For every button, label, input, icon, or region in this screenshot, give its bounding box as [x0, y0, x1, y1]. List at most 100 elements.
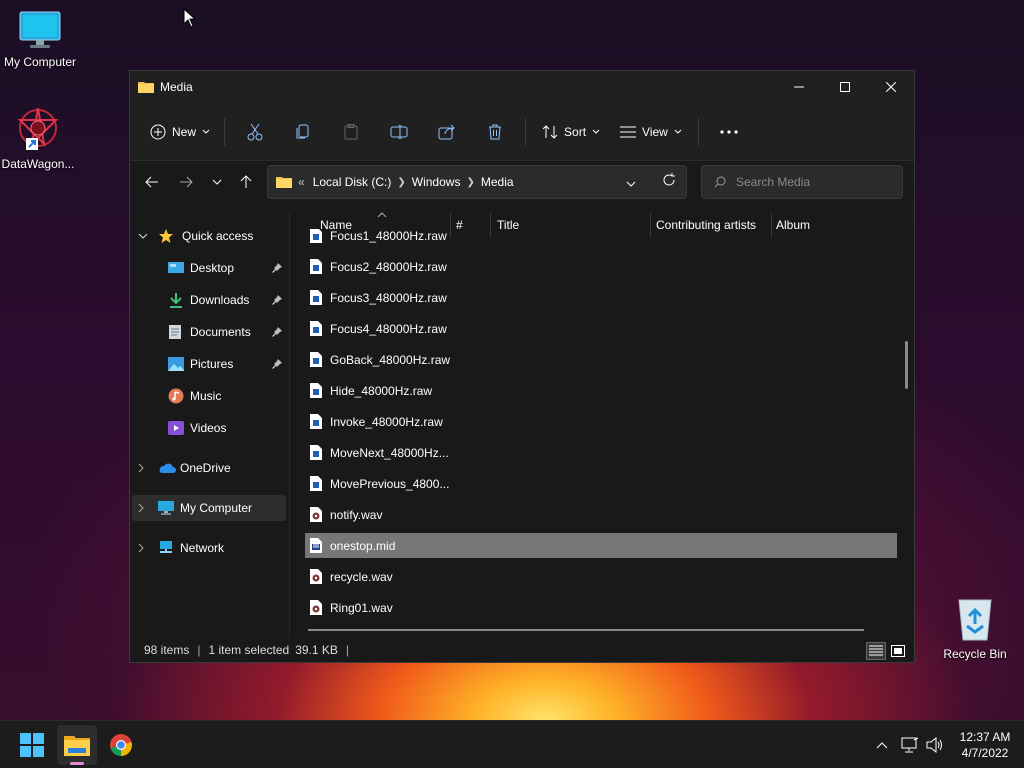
up-button[interactable] — [232, 168, 260, 196]
downloads-icon — [170, 293, 182, 308]
file-name: recycle.wav — [330, 569, 393, 584]
minimize-button[interactable] — [776, 71, 822, 103]
raw-file-icon — [310, 290, 322, 305]
wav-file-icon — [310, 507, 322, 522]
nav-item-desktop[interactable]: Desktop — [168, 255, 288, 281]
search-input[interactable] — [736, 175, 886, 189]
file-row[interactable]: recycle.wav — [305, 564, 897, 589]
breadcrumb-windows[interactable]: Windows — [412, 175, 461, 189]
raw-file-icon — [310, 321, 322, 336]
chevron-down-icon — [212, 179, 222, 185]
nav-item-pictures[interactable]: Pictures — [168, 351, 288, 377]
file-row[interactable]: MovePrevious_4800... — [305, 471, 897, 496]
view-button[interactable]: View — [610, 116, 692, 148]
start-button[interactable] — [12, 725, 52, 765]
horizontal-scrollbar[interactable] — [308, 629, 864, 631]
network-status-button[interactable] — [900, 735, 920, 755]
file-row[interactable]: GoBack_48000Hz.raw — [305, 347, 897, 372]
details-view-button[interactable] — [866, 642, 886, 660]
forward-button[interactable] — [172, 168, 200, 196]
file-row[interactable]: Focus2_48000Hz.raw — [305, 254, 897, 279]
nav-quick-access[interactable]: Quick access — [138, 223, 253, 249]
file-explorer-window: Media New Sort View « Local Disk (C:) ❯ … — [129, 70, 915, 663]
status-separator: | — [197, 643, 201, 657]
address-dropdown-button[interactable] — [626, 176, 636, 190]
nav-label-music: Music — [190, 389, 222, 403]
nav-item-music[interactable]: Music — [168, 383, 288, 409]
file-row[interactable]: Focus3_48000Hz.raw — [305, 285, 897, 310]
file-row[interactable]: Focus1_48000Hz.raw — [305, 229, 897, 248]
monitor-icon — [158, 501, 174, 515]
clock-time: 12:37 AM — [959, 730, 1011, 744]
rename-button[interactable] — [375, 116, 423, 148]
command-bar: New Sort View — [130, 103, 914, 161]
nav-item-documents[interactable]: Documents — [168, 319, 288, 345]
sort-icon — [542, 124, 558, 139]
address-bar[interactable]: « Local Disk (C:) ❯ Windows ❯ Media — [267, 165, 687, 199]
desktop-label-datawagon: DataWagon... — [1, 157, 75, 171]
breadcrumb-separator-icon: ❯ — [466, 176, 475, 188]
cut-button[interactable] — [231, 116, 279, 148]
search-box[interactable] — [701, 165, 903, 199]
breadcrumb-media[interactable]: Media — [481, 175, 514, 189]
taskbar-file-explorer[interactable] — [57, 725, 97, 765]
breadcrumb-overflow[interactable]: « — [298, 175, 305, 189]
nav-onedrive[interactable]: OneDrive — [138, 455, 231, 481]
file-row[interactable]: Ring01.wav — [305, 595, 897, 620]
nav-label-videos: Videos — [190, 421, 227, 435]
file-name: Hide_48000Hz.raw — [330, 383, 433, 398]
nav-item-downloads[interactable]: Downloads — [168, 287, 288, 313]
more-button[interactable] — [705, 116, 753, 148]
midi-file-icon — [310, 538, 322, 553]
status-size: 39.1 KB — [295, 643, 338, 657]
file-row[interactable]: Focus4_48000Hz.raw — [305, 316, 897, 341]
clock[interactable]: 12:37 AM 4/7/2022 — [952, 729, 1018, 761]
desktop-icon-datawagon[interactable]: DataWagon... — [0, 104, 78, 171]
vertical-scrollbar[interactable] — [905, 341, 908, 389]
paste-button[interactable] — [327, 116, 375, 148]
videos-icon — [168, 421, 184, 435]
file-name: Focus4_48000Hz.raw — [330, 321, 447, 336]
view-icon — [620, 126, 637, 137]
taskbar-chrome[interactable] — [101, 725, 141, 765]
file-row-selected[interactable]: onestop.mid — [305, 533, 897, 558]
show-hidden-icons-button[interactable] — [872, 735, 892, 755]
back-button[interactable] — [138, 168, 166, 196]
nav-my-computer[interactable]: My Computer — [132, 495, 286, 521]
pane-divider[interactable] — [289, 211, 290, 641]
delete-button[interactable] — [471, 116, 519, 148]
nav-item-videos[interactable]: Videos — [168, 415, 288, 441]
file-name: onestop.mid — [330, 538, 396, 553]
folder-icon — [138, 82, 154, 93]
maximize-button[interactable] — [822, 71, 868, 103]
new-button[interactable]: New — [142, 116, 218, 148]
chevron-down-icon — [626, 181, 636, 187]
desktop-icon-my-computer[interactable]: My Computer — [0, 10, 80, 69]
network-icon — [160, 541, 172, 553]
nav-network[interactable]: Network — [138, 535, 224, 561]
refresh-button[interactable] — [662, 173, 676, 190]
volume-button[interactable] — [925, 735, 945, 755]
file-row[interactable]: notify.wav — [305, 502, 897, 527]
close-button[interactable] — [868, 71, 914, 103]
file-row[interactable]: MoveNext_48000Hz... — [305, 440, 897, 465]
file-row[interactable]: Invoke_48000Hz.raw — [305, 409, 897, 434]
status-bar: 98 items | 1 item selected 39.1 KB | — [130, 638, 914, 662]
file-name: GoBack_48000Hz.raw — [330, 352, 451, 367]
breadcrumb-local-disk[interactable]: Local Disk (C:) — [313, 175, 392, 189]
sort-button[interactable]: Sort — [532, 116, 610, 148]
file-list: Focus1_48000Hz.raw Focus2_48000Hz.raw Fo… — [305, 229, 905, 634]
raw-file-icon — [310, 414, 322, 429]
datawagon-icon — [17, 107, 59, 150]
file-row[interactable]: Hide_48000Hz.raw — [305, 378, 897, 403]
details-view-icon — [869, 645, 883, 656]
file-explorer-icon — [64, 736, 90, 756]
toolbar-separator — [525, 117, 527, 146]
title-bar[interactable]: Media — [130, 71, 914, 103]
share-button[interactable] — [423, 116, 471, 148]
pin-icon — [272, 295, 282, 305]
desktop-icon-recycle-bin[interactable]: Recycle Bin — [935, 596, 1015, 661]
recent-locations-button[interactable] — [203, 168, 231, 196]
large-icons-view-button[interactable] — [888, 642, 908, 660]
copy-button[interactable] — [279, 116, 327, 148]
